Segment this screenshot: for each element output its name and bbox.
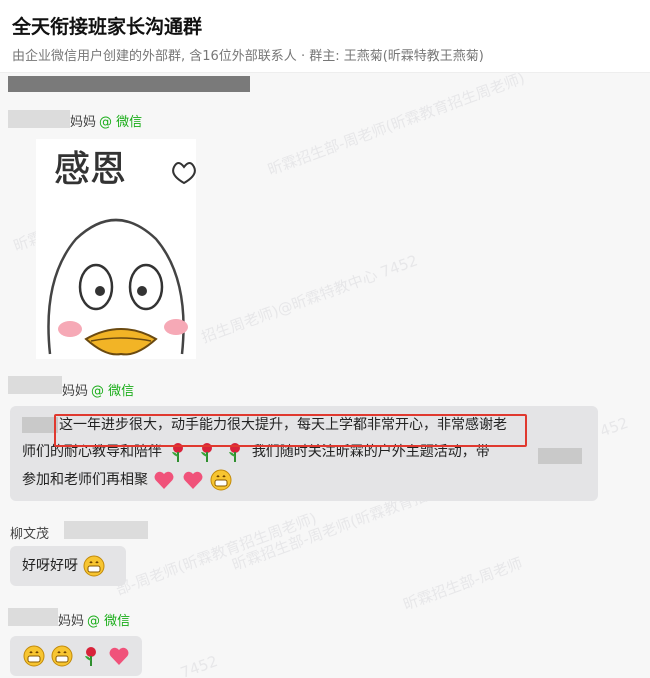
- heart-icon: [109, 647, 129, 665]
- watermark-text: 7452: [178, 652, 221, 678]
- highlight-box: [54, 414, 527, 447]
- group-subtitle: 由企业微信用户创建的外部群, 含16位外部联系人 · 群主: 王燕菊(昕霖特教王…: [12, 49, 484, 64]
- sticker-text: 感恩: [54, 149, 126, 190]
- sender-name: 妈妈 @ 微信: [58, 614, 131, 629]
- message-line: 好呀好呀: [22, 553, 106, 579]
- message-text: 好呀好呀: [22, 558, 78, 574]
- redacted-name: [8, 376, 62, 394]
- wechat-tag: @ 微信: [87, 614, 131, 629]
- redacted-name: [8, 110, 70, 128]
- sender-name: 妈妈 @ 微信: [70, 115, 143, 130]
- chat-header: 全天衔接班家长沟通群 由企业微信用户创建的外部群, 含16位外部联系人 · 群主…: [0, 0, 650, 72]
- message-line: 参加和老师们再相聚: [22, 467, 233, 493]
- redacted-bar: [8, 76, 250, 92]
- watermark-text: 昕霖招生部-周老师: [400, 554, 525, 614]
- sender-name: 妈妈 @ 微信: [62, 384, 135, 399]
- grin-emoji-icon: [210, 469, 232, 491]
- redacted-name: [64, 521, 148, 539]
- watermark-text: 招生周老师)@昕霖特教中心 7452: [198, 251, 421, 347]
- duck-sticker-icon: 感恩: [47, 149, 196, 356]
- redacted-name: [8, 608, 58, 626]
- heart-icon: [155, 471, 174, 489]
- rose-icon: [84, 647, 96, 666]
- message-text: 参加和老师们再相聚: [22, 472, 148, 488]
- grin-emoji-icon: [51, 645, 73, 667]
- redacted-name: [538, 448, 582, 464]
- heart-icon: [183, 471, 203, 489]
- watermark-text: 昕霖招生部-周老师(昕霖教育招生周老师): [265, 73, 528, 179]
- wechat-tag: @ 微信: [91, 384, 135, 399]
- redacted-name: [22, 417, 58, 433]
- grin-emoji-icon: [83, 555, 105, 577]
- message-list[interactable]: 昕霖招生部-周老师(昕霖教育招生周老师) 昕霖特教中心 7452 招生周老师)@…: [0, 73, 650, 678]
- message-bubble[interactable]: [10, 636, 142, 676]
- thank-you-sticker[interactable]: 感恩: [36, 139, 196, 359]
- message-line: [22, 643, 131, 669]
- sender-name: 柳文茂: [10, 527, 50, 542]
- grin-emoji-icon: [23, 645, 45, 667]
- wechat-tag: @ 微信: [99, 115, 143, 130]
- message-bubble[interactable]: 好呀好呀: [10, 546, 126, 586]
- group-title: 全天衔接班家长沟通群: [12, 16, 203, 38]
